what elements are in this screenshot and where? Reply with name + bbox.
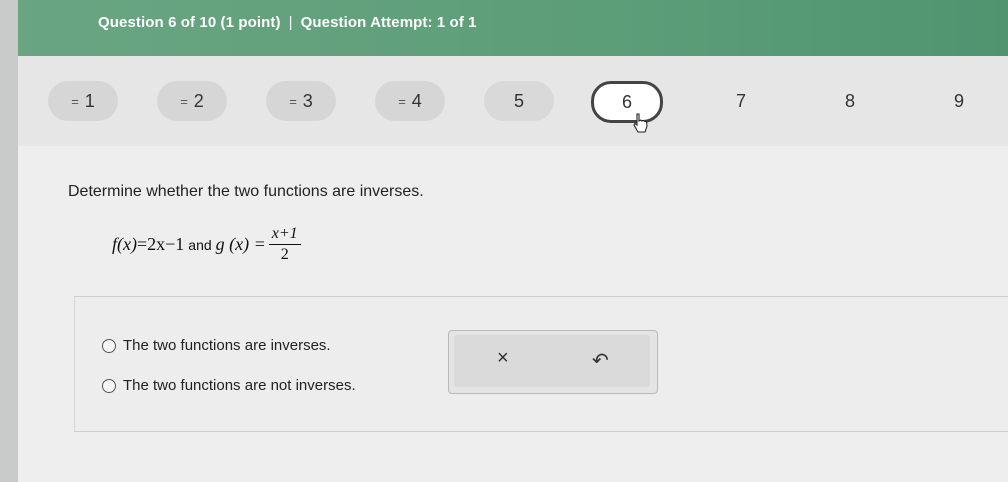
header-text: Question 6 of 10 (1 point) | Question Atte… bbox=[98, 14, 477, 31]
question-prompt: Determine whether the two functions are … bbox=[68, 183, 424, 200]
question-number: 5 bbox=[513, 90, 524, 111]
g-fraction: x+1 2 bbox=[268, 224, 301, 265]
header-separator: | bbox=[288, 14, 293, 31]
question-button-4[interactable]: = 4 bbox=[375, 81, 445, 121]
question-button-9[interactable]: 9 bbox=[924, 81, 994, 121]
radio-button[interactable] bbox=[102, 338, 116, 353]
question-header: Question 6 of 10 (1 point) | Question Atte… bbox=[0, 0, 1008, 56]
function-expression: f(x) =2x−1 and g (x) = x+1 2 bbox=[112, 224, 301, 265]
question-number: 2 bbox=[193, 90, 204, 111]
f-rhs: =2x−1 bbox=[136, 234, 185, 254]
option-label: The two functions are inverses. bbox=[123, 337, 331, 354]
question-number: 7 bbox=[735, 90, 746, 111]
question-number: 3 bbox=[302, 90, 313, 111]
question-number: 6 bbox=[621, 91, 632, 112]
radio-button[interactable] bbox=[102, 378, 116, 393]
undo-icon[interactable]: ↶ bbox=[592, 348, 609, 373]
answered-icon: = bbox=[180, 93, 188, 109]
option-inverses[interactable]: The two functions are inverses. bbox=[102, 337, 331, 354]
attempt-counter: Question Attempt: 1 of 1 bbox=[300, 14, 477, 31]
and-label: and bbox=[188, 236, 212, 253]
question-button-3[interactable]: = 3 bbox=[266, 81, 336, 121]
left-edge bbox=[0, 0, 18, 482]
answered-icon: = bbox=[398, 93, 406, 109]
f-lhs: f(x) bbox=[112, 234, 137, 254]
answered-icon: = bbox=[289, 93, 297, 109]
question-number: 8 bbox=[844, 90, 855, 111]
question-button-7[interactable]: 7 bbox=[706, 81, 776, 121]
g-numerator: x+1 bbox=[268, 224, 301, 245]
clear-icon[interactable]: × bbox=[497, 347, 509, 370]
g-denominator: 2 bbox=[280, 246, 289, 263]
question-number: 9 bbox=[953, 90, 964, 111]
question-button-5[interactable]: 5 bbox=[484, 81, 554, 121]
g-lhs: g (x) = bbox=[215, 234, 266, 254]
question-counter: Question 6 of 10 (1 point) bbox=[98, 14, 281, 31]
question-button-1[interactable]: = 1 bbox=[48, 81, 118, 121]
answered-icon: = bbox=[71, 93, 79, 109]
question-number: 4 bbox=[411, 90, 422, 111]
question-number: 1 bbox=[84, 90, 95, 111]
option-label: The two functions are not inverses. bbox=[123, 377, 356, 394]
question-button-8[interactable]: 8 bbox=[815, 81, 885, 121]
question-button-2[interactable]: = 2 bbox=[157, 81, 227, 121]
option-not-inverses[interactable]: The two functions are not inverses. bbox=[102, 377, 356, 394]
hand-cursor-icon bbox=[633, 113, 648, 133]
answer-tools-inner bbox=[454, 335, 650, 387]
question-button-6[interactable]: 6 bbox=[591, 81, 663, 123]
